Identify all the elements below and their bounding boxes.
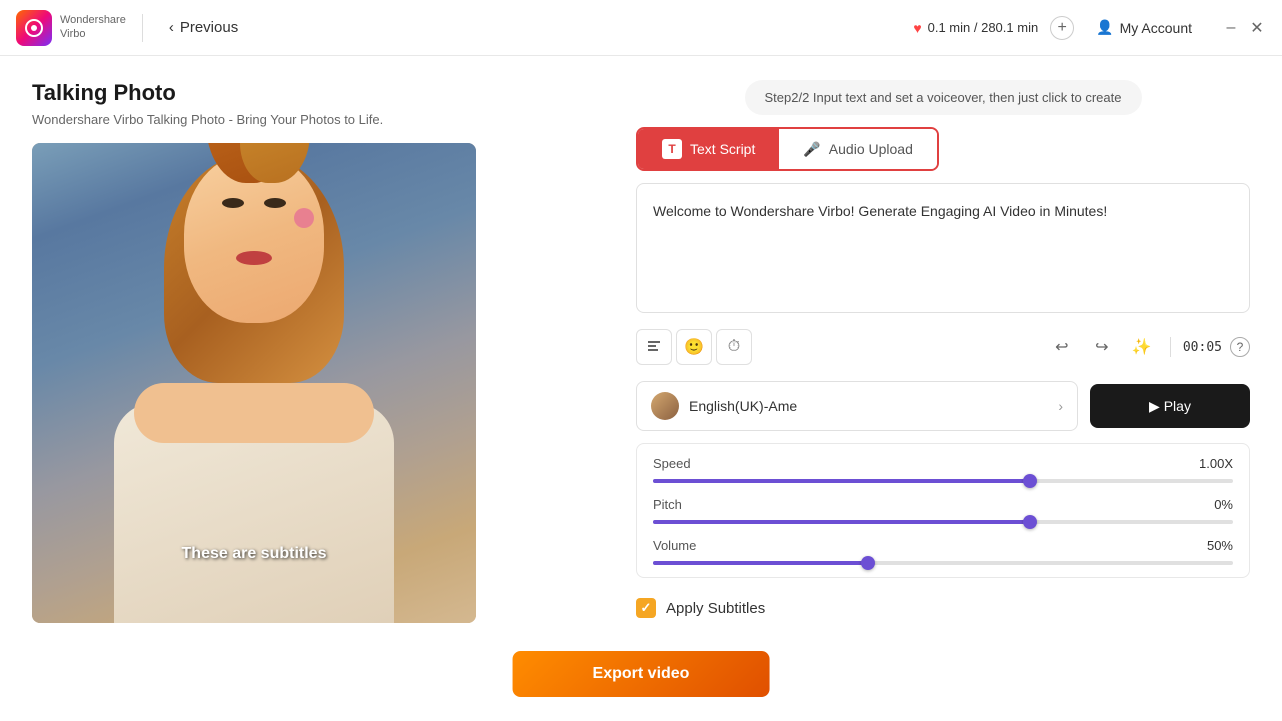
apply-subtitles-checkbox[interactable]: ✓ [636,598,656,618]
duration-badge: ♥ 0.1 min / 280.1 min [913,20,1038,36]
checkmark-icon: ✓ [641,600,652,616]
add-duration-button[interactable]: + [1050,16,1074,40]
speed-thumb[interactable] [1023,474,1037,488]
main-content: Talking Photo Wondershare Virbo Talking … [0,56,1282,721]
toolbar-divider [1170,337,1171,357]
subtitle-overlay: These are subtitles [182,545,327,563]
format-icon [646,339,662,355]
figure-right-eye [264,198,286,208]
voice-row: English(UK)-Ame › ▶ Play [636,381,1250,431]
script-text-area[interactable]: Welcome to Wondershare Virbo! Generate E… [636,183,1250,313]
pitch-label-row: Pitch 0% [653,497,1233,512]
logo-icon [16,10,52,46]
sliders-section: Speed 1.00X Pitch 0% [636,443,1250,578]
clock-icon: ⏱ [728,338,740,356]
pitch-fill [653,520,1030,524]
close-button[interactable]: ✕ [1248,19,1266,37]
heart-icon: ♥ [913,20,921,36]
photo-container: These are subtitles [32,143,476,623]
speed-track [653,479,1233,483]
minimize-button[interactable]: – [1222,19,1240,37]
volume-slider-row: Volume 50% [653,538,1233,565]
pitch-thumb[interactable] [1023,515,1037,529]
speed-slider-row: Speed 1.00X [653,456,1233,483]
emoji-button[interactable]: 🙂 [676,329,712,365]
app-name: Wondershare Virbo [60,14,126,40]
apply-subtitles-row: ✓ Apply Subtitles [636,590,1250,626]
speed-label-row: Speed 1.00X [653,456,1233,471]
account-icon: 👤 [1096,19,1113,36]
toolbar: 🙂 ⏱ ↩ ↪ ✨ 00:05 ? [636,325,1250,369]
titlebar-right: ♥ 0.1 min / 280.1 min + 👤 My Account – ✕ [913,13,1266,42]
speed-fill [653,479,1030,483]
figure-left-eye [222,198,244,208]
help-button[interactable]: ? [1230,337,1250,357]
time-display: 00:05 [1183,340,1222,355]
magic-button[interactable]: ✨ [1126,331,1158,363]
tab-audio-upload[interactable]: 🎤 Audio Upload [779,129,937,169]
clock-button[interactable]: ⏱ [716,329,752,365]
play-button[interactable]: ▶ Play [1090,384,1250,428]
voice-selector[interactable]: English(UK)-Ame › [636,381,1078,431]
titlebar-divider [142,14,143,42]
figure-lips [236,251,272,265]
figure-flower [294,208,314,228]
emoji-icon: 🙂 [684,337,704,357]
volume-fill [653,561,868,565]
toolbar-right: ↩ ↪ ✨ 00:05 ? [1046,331,1250,363]
redo-button[interactable]: ↪ [1086,331,1118,363]
export-button[interactable]: Export video [513,651,770,697]
step-hint: Step2/2 Input text and set a voiceover, … [745,80,1142,115]
chevron-right-icon: › [1058,398,1063,414]
volume-slider-container [653,561,1233,565]
tab-text-script[interactable]: T Text Script [638,129,779,169]
previous-button[interactable]: ‹ Previous [159,13,248,42]
export-area: Export video [513,651,770,697]
logo-area: Wondershare Virbo [16,10,126,46]
microphone-icon: 🎤 [803,141,820,158]
page-subtitle: Wondershare Virbo Talking Photo - Bring … [32,112,612,127]
titlebar: Wondershare Virbo ‹ Previous ♥ 0.1 min /… [0,0,1282,56]
chevron-left-icon: ‹ [169,19,174,36]
window-controls: – ✕ [1222,19,1266,37]
pitch-slider-container [653,520,1233,524]
format-button[interactable] [636,329,672,365]
undo-button[interactable]: ↩ [1046,331,1078,363]
my-account-button[interactable]: 👤 My Account [1086,13,1202,42]
page-title: Talking Photo [32,80,612,106]
figure-shoulders [134,383,374,443]
pitch-track [653,520,1233,524]
text-script-icon: T [662,139,682,159]
right-panel: Step2/2 Input text and set a voiceover, … [636,80,1250,697]
voice-avatar [651,392,679,420]
speed-slider-container [653,479,1233,483]
volume-thumb[interactable] [861,556,875,570]
volume-label-row: Volume 50% [653,538,1233,553]
voice-name: English(UK)-Ame [689,398,1048,414]
volume-track [653,561,1233,565]
pitch-slider-row: Pitch 0% [653,497,1233,524]
tabs-container: T Text Script 🎤 Audio Upload [636,127,939,171]
apply-subtitles-label: Apply Subtitles [666,600,765,617]
left-panel: Talking Photo Wondershare Virbo Talking … [32,80,612,697]
